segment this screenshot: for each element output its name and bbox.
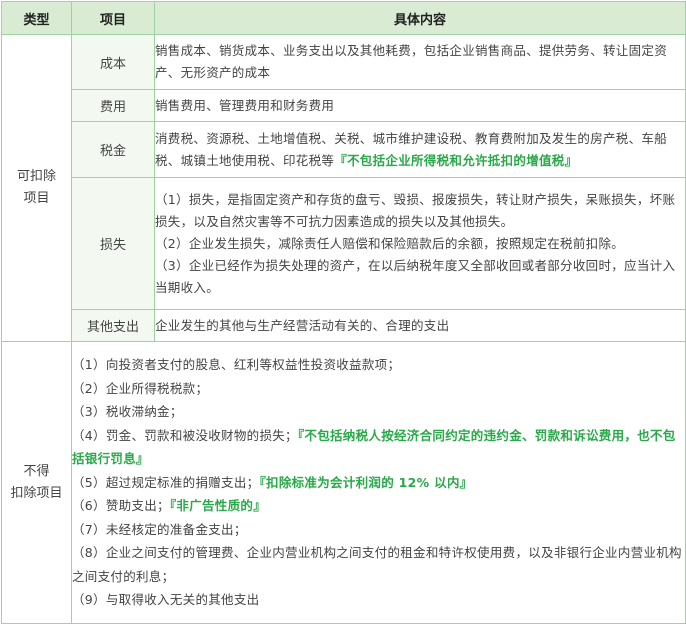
loss-line-3: （3）企业已经作为损失处理的资产，在以后纳税年度又全部收回或者部分收回时，应当计… — [155, 257, 676, 295]
nd-line-3-text: （3）税收滞纳金； — [72, 404, 183, 420]
loss-line-1: （1）损失，是指固定资产和存货的盘亏、毁损、报废损失，转让财产损失，呆账损失，坏… — [155, 191, 676, 229]
content-tax: 消费税、资源税、土地增值税、关税、城市维护建设税、教育费附加及发生的房产税、车船… — [154, 121, 686, 178]
row-cost: 可扣除 项目 成本 销售成本、销货成本、业务支出以及其他耗费，包括企业销售商品、… — [1, 34, 686, 342]
nd-line-8-text: （8）企业之间支付的管理费、企业内营业机构之间支付的租金和特许权使用费，以及非银… — [72, 545, 682, 584]
header-type: 类型 — [1, 1, 72, 35]
content-tax-note: 『不包括企业所得税和允许抵扣的增值税』 — [334, 152, 578, 168]
loss-line-2: （2）企业发生损失，减除责任人赔偿和保险赔款后的余额，按照规定在税前扣除。 — [155, 235, 625, 251]
nd-line-3: （3）税收滞纳金； — [72, 400, 685, 424]
header-content: 具体内容 — [154, 1, 686, 35]
nd-line-4: （4）罚金、罚款和被没收财物的损失；『不包括纳税人按经济合同约定的违约金、罚款和… — [72, 424, 685, 471]
category-deductible-line2: 项目 — [23, 191, 50, 206]
nd-line-6-text: （6）赞助支出； — [72, 498, 170, 514]
row-expense: 费用 销售费用、管理费用和财务费用 — [2, 89, 686, 122]
item-other: 其他支出 — [71, 309, 155, 342]
nd-line-2: （2）企业所得税税款； — [72, 377, 685, 401]
content-cost: 销售成本、销货成本、业务支出以及其他耗费，包括企业销售商品、提供劳务、转让固定资… — [154, 34, 686, 90]
category-deductible-line1: 可扣除 — [16, 169, 56, 184]
nd-line-8: （8）企业之间支付的管理费、企业内营业机构之间支付的租金和特许权使用费，以及非银… — [72, 541, 685, 588]
nd-line-9: （9）与取得收入无关的其他支出 — [72, 588, 685, 612]
item-tax: 税金 — [71, 121, 155, 178]
content-expense: 销售费用、管理费用和财务费用 — [154, 89, 686, 122]
row-tax: 税金 消费税、资源税、土地增值税、关税、城市维护建设税、教育费附加及发生的房产税… — [2, 121, 686, 178]
row-other: 其他支出 企业发生的其他与生产经营活动有关的、合理的支出 — [2, 309, 686, 342]
nd-line-6-note: 『非广告性质的』 — [169, 498, 267, 514]
nd-line-1: （1）向投资者支付的股息、红利等权益性投资收益款项； — [72, 353, 685, 377]
nd-line-4-text: （4）罚金、罚款和被没收财物的损失； — [72, 427, 298, 443]
nd-line-5-text: （5）超过规定标准的捐赠支出； — [72, 474, 260, 490]
content-other: 企业发生的其他与生产经营活动有关的、合理的支出 — [154, 309, 686, 342]
category-non-deductible-line2: 扣除项目 — [10, 485, 63, 501]
item-loss: 损失 — [71, 177, 155, 310]
tax-deduction-table: 类型 项目 具体内容 可扣除 项目 成本 销售成本、销货成本、业务支出以及其他耗… — [1, 1, 686, 624]
nd-line-1-text: （1）向投资者支付的股息、红利等权益性投资收益款项； — [72, 357, 401, 373]
nd-line-9-text: （9）与取得收入无关的其他支出 — [72, 592, 260, 608]
category-deductible: 可扣除 项目 — [1, 34, 72, 342]
nd-line-5: （5）超过规定标准的捐赠支出；『扣除标准为会计利润的 12% 以内』 — [72, 471, 685, 495]
header-item: 项目 — [71, 1, 155, 35]
nd-line-6: （6）赞助支出；『非广告性质的』 — [72, 494, 685, 518]
item-expense: 费用 — [71, 89, 155, 122]
nd-line-7-text: （7）未经核定的准备金支出； — [72, 521, 247, 537]
content-non-deductible: （1）向投资者支付的股息、红利等权益性投资收益款项； （2）企业所得税税款； （… — [71, 341, 686, 624]
header-row: 类型 项目 具体内容 — [1, 1, 686, 35]
nd-line-7: （7）未经核定的准备金支出； — [72, 518, 685, 542]
row-non-deductible: 不得 扣除项目 （1）向投资者支付的股息、红利等权益性投资收益款项； （2）企业… — [1, 341, 686, 624]
category-non-deductible: 不得 扣除项目 — [1, 341, 72, 624]
nd-line-5-note: 『扣除标准为会计利润的 12% 以内』 — [259, 474, 473, 490]
nd-line-2-text: （2）企业所得税税款； — [72, 380, 209, 396]
category-non-deductible-line1: 不得 — [23, 463, 50, 479]
item-cost: 成本 — [71, 34, 155, 90]
row-loss: 损失 （1）损失，是指固定资产和存货的盘亏、毁损、报废损失，转让财产损失，呆账损… — [2, 177, 686, 310]
content-loss: （1）损失，是指固定资产和存货的盘亏、毁损、报废损失，转让财产损失，呆账损失，坏… — [154, 177, 686, 310]
